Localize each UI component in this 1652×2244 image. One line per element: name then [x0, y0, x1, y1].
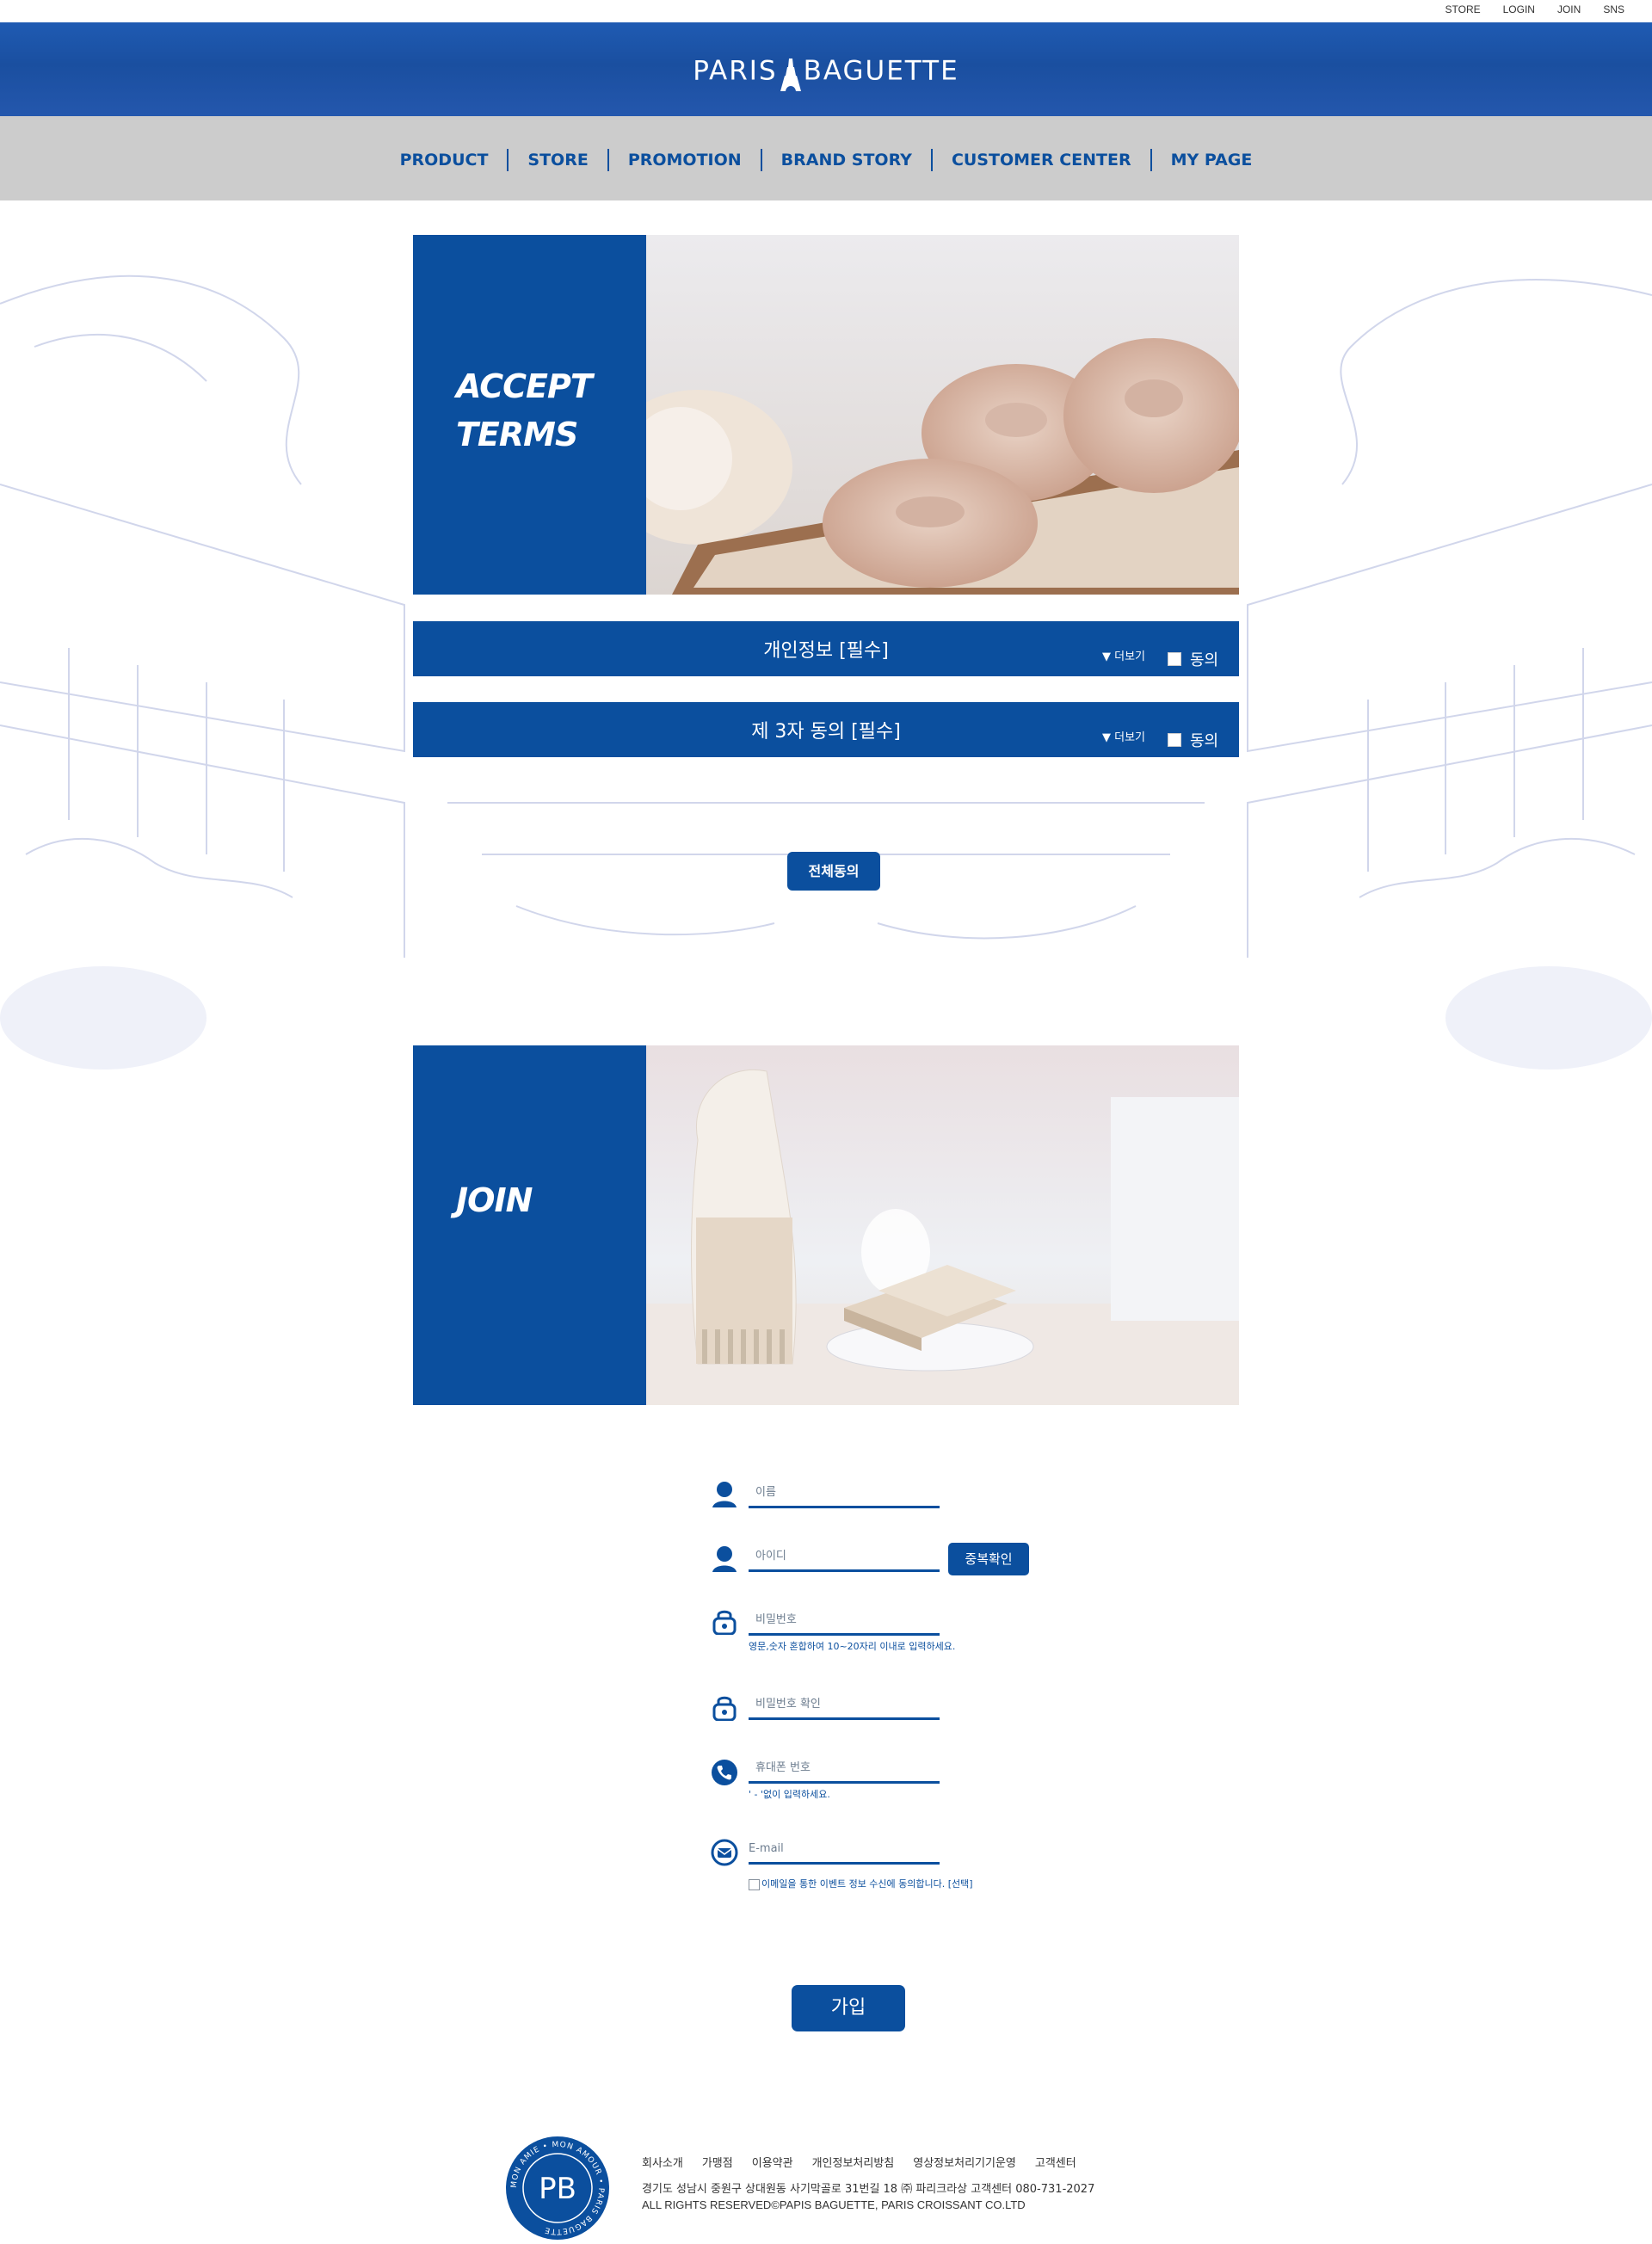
util-sns-link[interactable]: SNS — [1603, 3, 1624, 15]
name-field[interactable]: 이름 — [749, 1482, 940, 1508]
phone-underline — [749, 1781, 940, 1784]
utility-bar: STORE LOGIN JOIN SNS — [0, 0, 1652, 22]
eiffel-tower-icon — [780, 53, 801, 91]
footer-address: 경기도 성남시 중원구 상대원동 사기막골로 31번길 18 ㈜ 파리크라상 고… — [642, 2183, 1095, 2196]
join-title-panel: JOIN — [413, 1045, 646, 1405]
banner-title-panel: ACCEPT TERMS — [413, 235, 646, 595]
password-hint: 영문,숫자 혼합하여 10~20자리 이내로 입력하세요. — [749, 1641, 956, 1652]
phone-hint: ' - '없이 입력하세요. — [749, 1789, 830, 1800]
phone-icon — [712, 1760, 737, 1785]
join-submit-button[interactable]: 가입 — [792, 1985, 905, 2031]
id-placeholder: 아이디 — [755, 1550, 786, 1563]
terms-privacy-checkbox[interactable] — [1168, 652, 1181, 666]
banner-title: ACCEPT TERMS — [456, 362, 593, 459]
footer-link-terms[interactable]: 이용약관 — [752, 2154, 793, 2170]
email-placeholder: E-mail — [749, 1842, 784, 1855]
footer-badge-logo: MON AMIE • MON AMOUR • PARIS BAGUETTE PB — [506, 2136, 609, 2240]
user-id-icon — [712, 1546, 737, 1572]
terms-privacy-agree-label: 동의 — [1190, 651, 1219, 669]
password-confirm-field[interactable]: 비밀번호 확인 — [749, 1693, 940, 1720]
footer-copyright: ALL RIGHTS RESERVED©PAPIS BAGUETTE, PARI… — [642, 2198, 1026, 2211]
badge-mark: PB — [539, 2172, 576, 2206]
util-join-link[interactable]: JOIN — [1557, 3, 1581, 15]
password-underline — [749, 1633, 940, 1636]
donut-photo — [646, 235, 1239, 595]
phone-placeholder: 휴대폰 번호 — [755, 1761, 811, 1774]
footer-link-cctv[interactable]: 영상정보처리기기운영 — [913, 2154, 1016, 2170]
password-placeholder: 비밀번호 — [755, 1613, 797, 1626]
footer-links: 회사소개 가맹점 이용약관 개인정보처리방침 영상정보처리기기운영 고객센터 — [642, 2154, 1076, 2170]
mail-icon — [711, 1839, 738, 1866]
name-underline — [749, 1506, 940, 1508]
nav-item-product[interactable]: PRODUCT — [381, 149, 509, 171]
duplicate-check-button[interactable]: 중복확인 — [948, 1543, 1029, 1575]
accept-terms-banner: ACCEPT TERMS — [413, 235, 1239, 595]
agree-all-button[interactable]: 전체동의 — [787, 852, 880, 891]
email-optin-checkbox[interactable] — [749, 1878, 760, 1890]
join-banner: JOIN — [413, 1045, 1239, 1405]
footer-link-company[interactable]: 회사소개 — [642, 2154, 683, 2170]
email-field[interactable]: E-mail — [749, 1838, 940, 1865]
site-header: PARIS BAGUETTE — [0, 22, 1652, 116]
email-optin: 이메일을 통한 이벤트 정보 수신에 동의합니다. [선택] — [749, 1877, 973, 1890]
footer-link-privacy[interactable]: 개인정보처리방침 — [812, 2154, 895, 2170]
logo-text-left: PARIS — [693, 55, 778, 87]
banner-title-line2: TERMS — [456, 416, 578, 453]
main-nav: PRODUCT STORE PROMOTION BRAND STORY CUST… — [0, 116, 1652, 200]
util-login-link[interactable]: LOGIN — [1503, 3, 1535, 15]
user-icon — [712, 1482, 737, 1507]
lock-icon — [712, 1610, 737, 1635]
nav-item-my-page[interactable]: MY PAGE — [1152, 149, 1272, 171]
utility-links: STORE LOGIN JOIN SNS — [1446, 0, 1625, 19]
brand-logo[interactable]: PARIS BAGUETTE — [0, 53, 1652, 91]
terms-privacy-more-link[interactable]: ▼ 더보기 — [1102, 647, 1145, 663]
nav-item-brand-story[interactable]: BRAND STORY — [762, 149, 933, 171]
util-store-link[interactable]: STORE — [1446, 3, 1481, 15]
nav-item-customer-center[interactable]: CUSTOMER CENTER — [933, 149, 1152, 171]
terms-third-party-checkbox[interactable] — [1168, 733, 1181, 747]
email-optin-label: 이메일을 통한 이벤트 정보 수신에 동의합니다. [선택] — [761, 1878, 973, 1890]
id-field[interactable]: 아이디 — [749, 1545, 940, 1572]
logo-text-right: BAGUETTE — [803, 55, 959, 87]
email-underline — [749, 1862, 940, 1865]
bread-photo — [646, 1045, 1239, 1405]
nav-item-store[interactable]: STORE — [509, 149, 609, 171]
footer-link-franchise[interactable]: 가맹점 — [702, 2154, 733, 2170]
name-placeholder: 이름 — [755, 1486, 776, 1499]
password-confirm-underline — [749, 1717, 940, 1720]
password-field[interactable]: 비밀번호 영문,숫자 혼합하여 10~20자리 이내로 입력하세요. — [749, 1609, 956, 1653]
join-title: JOIN — [456, 1181, 533, 1219]
banner-title-line1: ACCEPT — [456, 367, 593, 405]
phone-field[interactable]: 휴대폰 번호 ' - '없이 입력하세요. — [749, 1757, 940, 1801]
terms-third-party-bar: 제 3자 동의 [필수] ▼ 더보기 동의 — [413, 702, 1239, 757]
lock-confirm-icon — [712, 1696, 737, 1721]
terms-third-party-more-link[interactable]: ▼ 더보기 — [1102, 728, 1145, 744]
password-confirm-placeholder: 비밀번호 확인 — [755, 1698, 821, 1711]
terms-third-party-agree-label: 동의 — [1190, 732, 1219, 750]
id-underline — [749, 1569, 940, 1572]
terms-privacy-bar: 개인정보 [필수] ▼ 더보기 동의 — [413, 621, 1239, 676]
footer-link-customer-center[interactable]: 고객센터 — [1035, 2154, 1076, 2170]
nav-item-promotion[interactable]: PROMOTION — [609, 149, 762, 171]
